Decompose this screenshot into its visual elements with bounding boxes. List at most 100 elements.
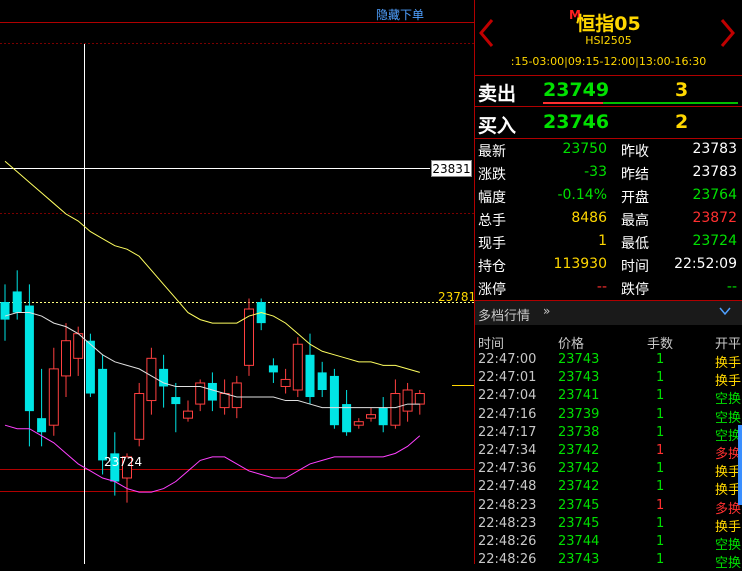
stat-value: -- (596, 279, 607, 295)
candle-body (98, 368, 108, 461)
trading-sessions: :15-03:00|09:15-12:00|13:00-16:30 (510, 55, 707, 68)
stat-label: 昨收 (621, 144, 649, 160)
candle-body (48, 368, 59, 426)
tick-qty: 1 (656, 515, 665, 531)
candle-body (378, 407, 388, 426)
tick-qty: 1 (656, 497, 665, 513)
stat-label: 最高 (621, 213, 649, 229)
stat-label: 总手 (478, 213, 506, 229)
candle-body (12, 291, 22, 313)
candle-body (342, 404, 352, 433)
tick-time: 22:48:23 (478, 515, 537, 531)
stat-value: 1 (598, 233, 607, 249)
tick-price: 23744 (558, 534, 600, 549)
tick-qty: 1 (656, 388, 665, 404)
tick-price: 23745 (558, 497, 600, 513)
tick-price: 23743 (558, 552, 600, 568)
candle-body (280, 378, 291, 387)
tick-row[interactable]: 22:47:01 23743 1 换手 (475, 370, 742, 389)
contract-code: HSI2505 (585, 34, 632, 47)
candle-body (61, 340, 71, 377)
bid-row[interactable]: 买入 23746 2 (475, 107, 742, 139)
tick-price: 23739 (558, 406, 600, 422)
candle-body (402, 389, 413, 412)
bid-label: 买入 (478, 115, 517, 137)
candle-body (85, 340, 95, 394)
depth-section-header[interactable]: 多档行情 » (475, 300, 742, 325)
tick-row[interactable]: 22:48:23 23745 1 换手 (475, 515, 742, 535)
tick-time: 22:48:23 (478, 497, 537, 513)
tick-qty: 1 (656, 552, 665, 568)
limit-price-label: 23781 (438, 290, 477, 304)
stat-label: 最低 (621, 236, 649, 252)
tick-price: 23742 (558, 479, 600, 495)
ask-price: 23749 (543, 79, 610, 101)
tick-price: 23745 (558, 515, 600, 531)
tick-price: 23738 (558, 424, 600, 440)
tick-price: 23743 (558, 352, 600, 367)
stat-label: 开盘 (621, 190, 649, 206)
stat-value: 23872 (692, 210, 737, 226)
tick-time: 22:47:04 (478, 388, 537, 404)
stat-value: 113930 (553, 256, 607, 272)
tick-row[interactable]: 22:47:17 23738 1 空换 (475, 424, 742, 444)
tick-time: 22:47:17 (478, 424, 537, 440)
depth-title: 多档行情 (478, 309, 531, 324)
candle-body (134, 393, 145, 440)
tick-row[interactable]: 22:48:26 23743 1 空换 (475, 552, 742, 571)
stat-label: 涨停 (478, 282, 506, 298)
tick-qty: 1 (656, 370, 665, 386)
tick-row[interactable]: 22:48:23 23745 1 多换 (475, 497, 742, 517)
candle-body (414, 393, 425, 405)
tick-kind: 空换 (715, 556, 742, 571)
stat-value: 8486 (571, 210, 607, 226)
contract-name: 恒指05 (576, 13, 641, 35)
tick-kind: 空换 (715, 410, 742, 426)
tick-qty: 1 (656, 352, 665, 367)
ask-label: 卖出 (478, 83, 517, 105)
stat-value: 23764 (692, 187, 737, 203)
col-time: 时间 (478, 337, 505, 352)
kline-chart[interactable]: 隐藏下单 23831 23781 23724 (0, 0, 477, 564)
candle-body (231, 382, 242, 409)
tick-row[interactable]: 22:47:00 23743 1 换手 (475, 352, 742, 371)
double-chevron-down-icon[interactable]: » (543, 304, 550, 318)
stat-label: 昨结 (621, 167, 649, 183)
tick-time: 22:48:26 (478, 552, 537, 568)
candle-body (37, 418, 47, 433)
scrollbar[interactable] (738, 425, 742, 505)
ask-volume-bar (543, 102, 603, 104)
hide-orders-button[interactable]: 隐藏下单 (376, 6, 424, 23)
tick-price: 23742 (558, 461, 600, 477)
crosshair-price-tag: 23831 (431, 160, 472, 177)
tick-row[interactable]: 22:47:48 23742 1 换手 (475, 479, 742, 498)
tick-row[interactable]: 22:47:04 23741 1 空换 (475, 388, 742, 408)
tick-row[interactable]: 22:47:16 23739 1 空换 (475, 406, 742, 426)
ma-lower-line (4, 424, 421, 493)
tick-time: 22:47:00 (478, 352, 537, 367)
tick-row[interactable]: 22:48:26 23744 1 空换 (475, 534, 742, 553)
candle-body (0, 302, 10, 320)
col-kind: 开平 (715, 337, 742, 352)
tick-time: 22:47:36 (478, 461, 537, 477)
candle-body (171, 397, 181, 405)
candle-body (146, 357, 157, 402)
tick-row[interactable]: 22:47:34 23742 1 多换 (475, 443, 742, 462)
stat-value: -33 (584, 164, 607, 180)
chevron-down-icon[interactable] (718, 304, 732, 322)
tick-kind: 空换 (715, 392, 742, 408)
ask-volume: 3 (675, 79, 689, 101)
tick-row[interactable]: 22:47:36 23742 1 换手 (475, 461, 742, 480)
ask-row[interactable]: 卖出 23749 3 (475, 75, 742, 107)
stat-label: 最新 (478, 144, 506, 160)
tick-price: 23742 (558, 443, 600, 458)
tick-price: 23741 (558, 388, 600, 404)
stat-value: 23783 (692, 164, 737, 180)
candle-body (292, 343, 303, 391)
ask-volume-bar-rest (603, 102, 738, 104)
stat-label: 持仓 (478, 259, 506, 275)
candle-body (73, 333, 84, 359)
candle-body (329, 375, 339, 426)
tick-time: 22:47:48 (478, 479, 537, 495)
candle-body (305, 354, 315, 398)
